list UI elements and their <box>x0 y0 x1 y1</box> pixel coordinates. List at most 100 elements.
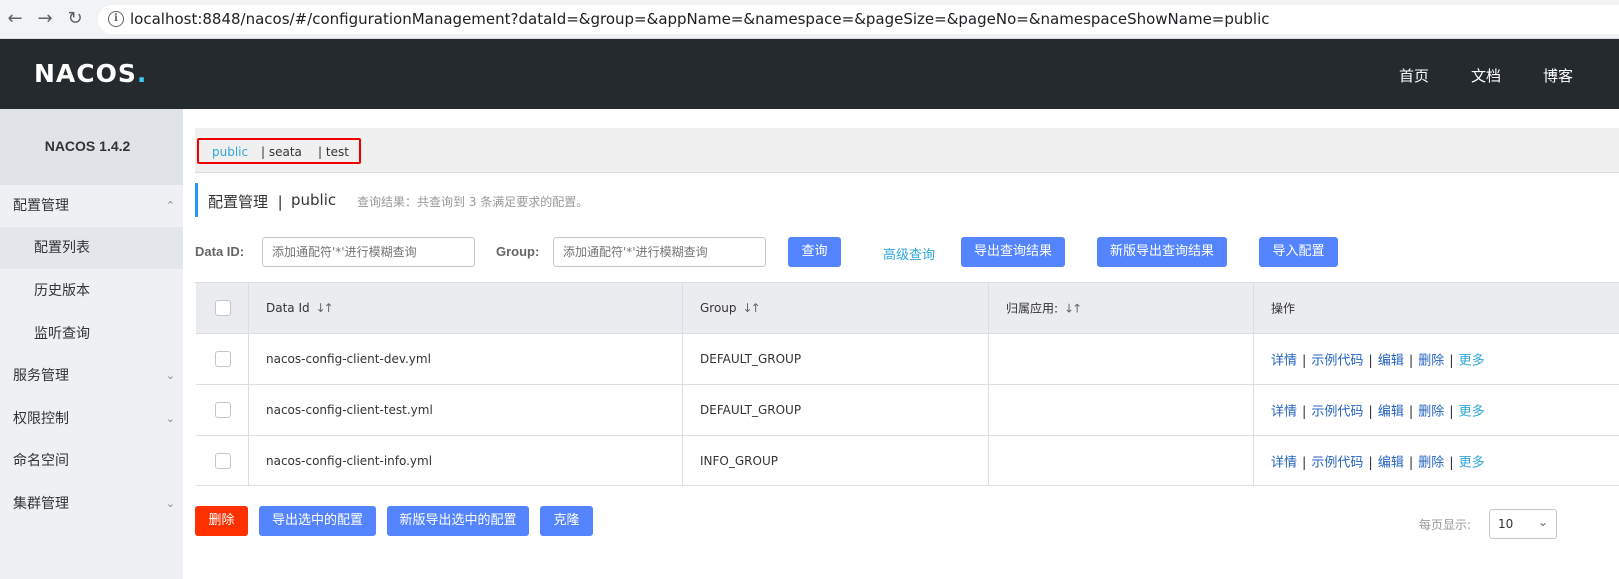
import-config-button[interactable]: 导入配置 <box>1259 237 1338 267</box>
sidebar-item-label: 集群管理 <box>13 496 69 512</box>
address-bar[interactable]: i localhost:8848/nacos/#/configurationMa… <box>98 5 1619 34</box>
sidebar-item-label: 配置列表 <box>34 240 90 256</box>
nacos-logo[interactable]: NACOS. <box>34 59 147 88</box>
more-link[interactable]: 更多 <box>1459 354 1485 369</box>
data-id-cell: nacos-config-client-dev.yml <box>249 334 683 384</box>
page-title: 配置管理 | <box>208 193 283 211</box>
header-operations: 操作 <box>1271 301 1296 316</box>
table-row: nacos-config-client-info.yml INFO_GROUP … <box>196 436 1619 486</box>
export-new-query-button[interactable]: 新版导出查询结果 <box>1097 237 1227 267</box>
namespace-tab-public[interactable]: public <box>212 145 248 159</box>
row-checkbox-cell <box>196 334 249 384</box>
sidebar-item-namespace[interactable]: 命名空间 <box>0 440 183 482</box>
group-cell: DEFAULT_GROUP <box>683 334 989 384</box>
sidebar-item-config-management[interactable]: 配置管理 ⌃ <box>0 185 183 227</box>
version-box: NACOS 1.4.2 <box>0 109 183 185</box>
arrow-right-icon[interactable]: → <box>34 8 56 30</box>
sample-code-link[interactable]: 示例代码 <box>1311 455 1363 470</box>
query-button[interactable]: 查询 <box>788 237 841 267</box>
group-cell: DEFAULT_GROUP <box>683 385 989 435</box>
sidebar-item-label: 历史版本 <box>34 283 90 299</box>
delete-button[interactable]: 删除 <box>195 506 248 536</box>
group-input[interactable] <box>553 237 766 267</box>
advanced-query-link[interactable]: 高级查询 <box>883 244 935 263</box>
more-link[interactable]: 更多 <box>1459 405 1485 420</box>
header-data-id[interactable]: Data Id ↓↑ <box>249 283 683 333</box>
table-row: nacos-config-client-dev.yml DEFAULT_GROU… <box>196 334 1619 385</box>
version-label: NACOS 1.4.2 <box>44 138 131 154</box>
row-checkbox-cell <box>196 385 249 435</box>
browser-toolbar: ← → ↻ i localhost:8848/nacos/#/configura… <box>0 0 1619 39</box>
nav-link-docs[interactable]: 文档 <box>1471 65 1501 86</box>
nav-link-blog[interactable]: 博客 <box>1543 65 1573 86</box>
select-all-checkbox[interactable] <box>215 300 231 316</box>
export-selected-new-button[interactable]: 新版导出选中的配置 <box>387 506 529 536</box>
chevron-down-icon: ⌄ <box>165 412 175 425</box>
data-id-cell: nacos-config-client-info.yml <box>249 436 683 485</box>
group-label: Group: <box>496 244 540 259</box>
row-checkbox[interactable] <box>215 351 231 367</box>
more-link[interactable]: 更多 <box>1459 455 1485 470</box>
delete-link[interactable]: 删除 <box>1418 455 1444 470</box>
info-icon[interactable]: i <box>108 11 124 27</box>
edit-link[interactable]: 编辑 <box>1378 455 1404 470</box>
reload-icon[interactable]: ↻ <box>64 8 86 30</box>
sort-icon[interactable]: ↓↑ <box>743 301 761 315</box>
header-checkbox-cell <box>196 283 249 333</box>
app-header: NACOS. 首页 文档 博客 <box>0 39 1619 109</box>
ops-cell: 详情 | 示例代码 | 编辑 | 删除 | 更多 <box>1271 353 1485 369</box>
sidebar-item-label: 配置管理 <box>13 198 69 214</box>
table-header-row: Data Id ↓↑ Group ↓↑ 归属应用: ↓↑ 操作 <box>196 283 1619 334</box>
group-cell: INFO_GROUP <box>683 436 989 485</box>
data-id-cell: nacos-config-client-test.yml <box>249 385 683 435</box>
nav-link-home[interactable]: 首页 <box>1399 65 1429 86</box>
detail-link[interactable]: 详情 <box>1271 354 1297 369</box>
namespace-tab-test[interactable]: | test <box>318 145 349 159</box>
sidebar-item-label: 命名空间 <box>13 453 69 469</box>
chevron-down-icon: ⌄ <box>1537 515 1548 529</box>
row-checkbox-cell <box>196 436 249 485</box>
sidebar-item-access-control[interactable]: 权限控制 ⌄ <box>0 398 183 440</box>
chevron-down-icon: ⌄ <box>165 369 175 382</box>
row-checkbox[interactable] <box>215 452 231 469</box>
ops-cell: 详情 | 示例代码 | 编辑 | 删除 | 更多 <box>1271 404 1485 420</box>
sample-code-link[interactable]: 示例代码 <box>1311 405 1363 420</box>
arrow-left-icon[interactable]: ← <box>4 8 26 30</box>
config-table: Data Id ↓↑ Group ↓↑ 归属应用: ↓↑ 操作 nacos-confi… <box>195 282 1619 486</box>
url-text[interactable]: localhost:8848/nacos/#/configurationMana… <box>130 10 1270 28</box>
detail-link[interactable]: 详情 <box>1271 405 1297 420</box>
page-size-label: 每页显示: <box>1419 518 1472 532</box>
delete-link[interactable]: 删除 <box>1418 354 1444 369</box>
row-checkbox[interactable] <box>215 402 231 418</box>
app-cell <box>989 334 1254 384</box>
export-selected-button[interactable]: 导出选中的配置 <box>259 506 376 536</box>
clone-button[interactable]: 克隆 <box>540 506 593 536</box>
app-cell <box>989 436 1254 485</box>
sidebar-item-config-list[interactable]: 配置列表 <box>0 227 183 269</box>
app-cell <box>989 385 1254 435</box>
sidebar-item-cluster-management[interactable]: 集群管理 ⌄ <box>0 483 183 525</box>
namespace-tab-seata[interactable]: | seata <box>261 145 302 159</box>
sort-icon[interactable]: ↓↑ <box>316 301 334 315</box>
detail-link[interactable]: 详情 <box>1271 455 1297 470</box>
sort-icon[interactable]: ↓↑ <box>1064 302 1082 316</box>
data-id-label: Data ID: <box>195 244 245 259</box>
sidebar-item-label: 服务管理 <box>13 368 69 384</box>
header-app[interactable]: 归属应用: ↓↑ <box>989 283 1254 333</box>
sidebar-item-service-management[interactable]: 服务管理 ⌄ <box>0 355 183 397</box>
sidebar: NACOS 1.4.2 配置管理 ⌃ 配置列表 历史版本 监听查询 服务管理 ⌄… <box>0 109 183 579</box>
chevron-down-icon: ⌄ <box>165 497 175 510</box>
sidebar-item-listener-query[interactable]: 监听查询 <box>0 313 183 355</box>
edit-link[interactable]: 编辑 <box>1378 354 1404 369</box>
export-query-button[interactable]: 导出查询结果 <box>961 237 1065 267</box>
edit-link[interactable]: 编辑 <box>1378 405 1404 420</box>
delete-link[interactable]: 删除 <box>1418 405 1444 420</box>
header-group[interactable]: Group ↓↑ <box>683 283 989 333</box>
page-title-namespace: public <box>291 191 337 209</box>
sample-code-link[interactable]: 示例代码 <box>1311 354 1363 369</box>
sidebar-item-label: 权限控制 <box>13 411 69 427</box>
data-id-input[interactable] <box>262 237 475 267</box>
chevron-up-icon: ⌃ <box>165 199 175 212</box>
sidebar-item-history[interactable]: 历史版本 <box>0 270 183 312</box>
page-size-select[interactable]: 10 ⌄ <box>1489 509 1557 539</box>
